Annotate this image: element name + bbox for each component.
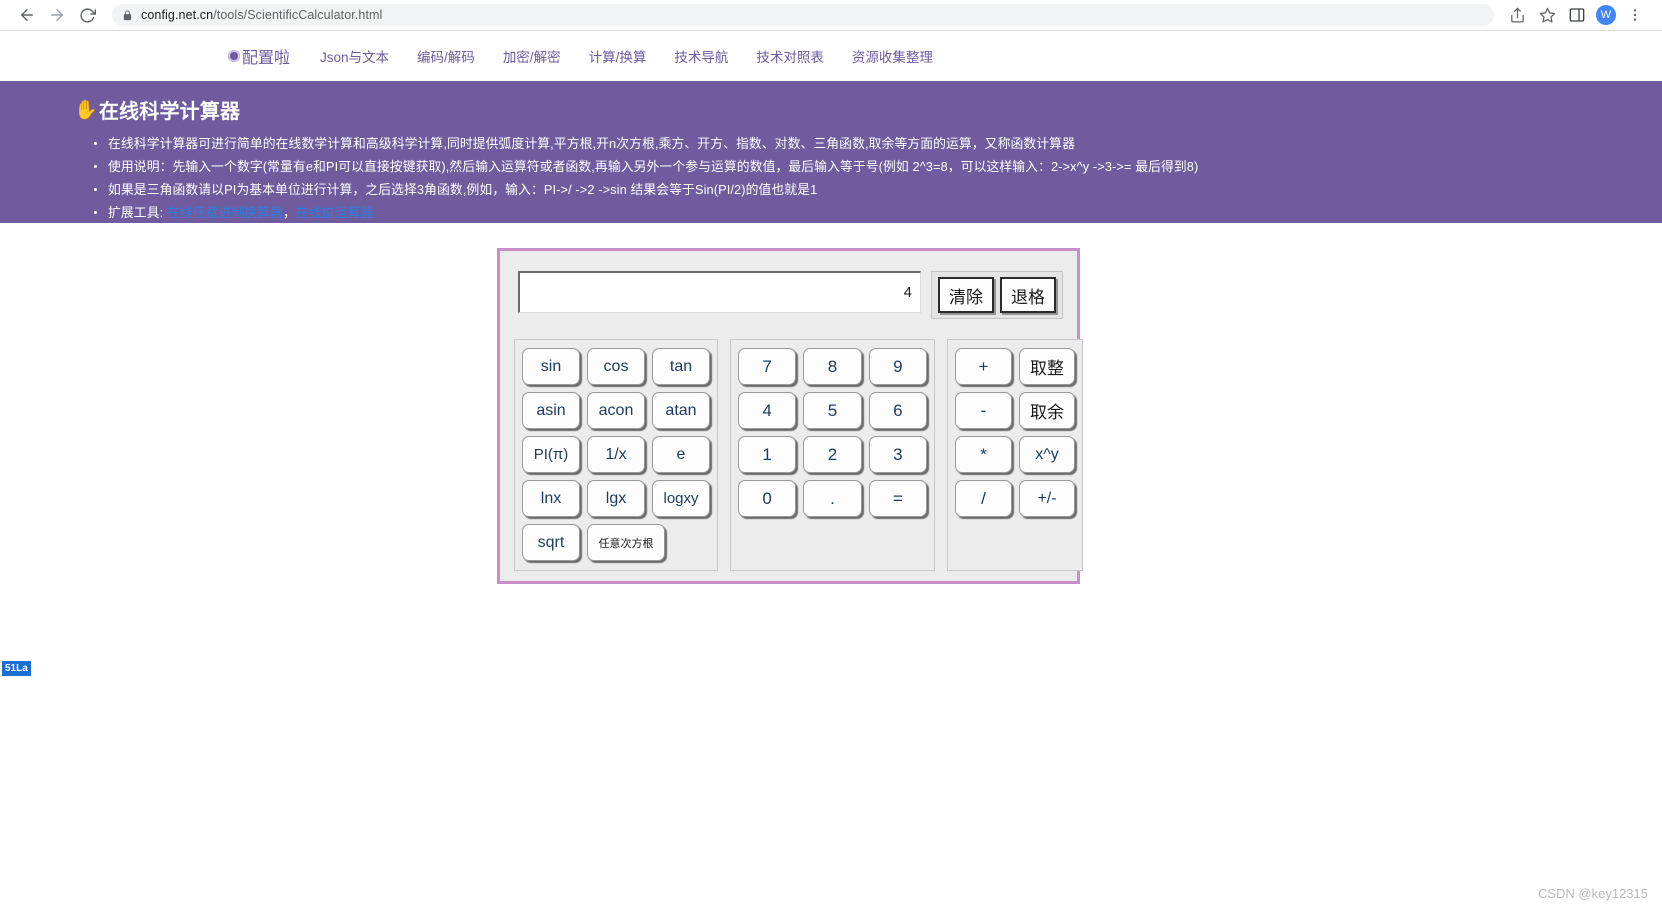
key-4[interactable]: 4 bbox=[738, 392, 797, 429]
function-keypad: sin cos tan asin acon atan PI(π) 1/x e l… bbox=[514, 339, 718, 571]
hero-bullet-instructions: 使用说明：先输入一个数字(常量有e和PI可以直接按键获取),然后输入运算符或者函… bbox=[94, 155, 1662, 178]
key-cos[interactable]: cos bbox=[587, 348, 645, 385]
link-bit-operator[interactable]: 在线位运算器 bbox=[296, 205, 373, 220]
brand-label: 配置啦 bbox=[242, 50, 291, 67]
function-row-2: asin acon atan bbox=[522, 392, 710, 429]
avatar[interactable]: W bbox=[1596, 5, 1616, 25]
function-row-1: sin cos tan bbox=[522, 348, 710, 385]
hero-bullet-trig-note: 如果是三角函数请以PI为基本单位进行计算，之后选择3角函数,例如，输入：PI->… bbox=[94, 178, 1662, 201]
hero-bullet-description: 在线科学计算器可进行简单的在线数学计算和高级科学计算,同时提供弧度计算,平方根,… bbox=[94, 132, 1662, 155]
key-sin[interactable]: sin bbox=[522, 348, 580, 385]
calculator-display[interactable]: 4 bbox=[518, 271, 921, 313]
hero-banner: ✋ 在线科学计算器 在线科学计算器可进行简单的在线数学计算和高级科学计算,同时提供… bbox=[0, 81, 1662, 223]
share-icon[interactable] bbox=[1502, 0, 1532, 30]
key-6[interactable]: 6 bbox=[868, 392, 927, 429]
key-9[interactable]: 9 bbox=[868, 348, 927, 385]
star-icon[interactable] bbox=[1532, 0, 1562, 30]
key-8[interactable]: 8 bbox=[803, 348, 862, 385]
back-arrow-icon[interactable] bbox=[12, 0, 42, 30]
key-3[interactable]: 3 bbox=[868, 436, 927, 473]
kebab-menu-icon[interactable] bbox=[1620, 0, 1650, 30]
display-actions: 清除 退格 bbox=[931, 271, 1063, 319]
keypads: sin cos tan asin acon atan PI(π) 1/x e l… bbox=[514, 339, 1083, 571]
tools-label: 扩展工具: bbox=[108, 205, 164, 220]
number-row-3: 1 2 3 bbox=[738, 436, 927, 473]
key-lgx[interactable]: lgx bbox=[587, 480, 645, 517]
nav-link-resources[interactable]: 资源收集整理 bbox=[852, 46, 933, 66]
address-bar[interactable]: config.net.cn/tools/ScientificCalculator… bbox=[112, 4, 1494, 26]
key-pi[interactable]: PI(π) bbox=[522, 436, 580, 473]
number-row-1: 7 8 9 bbox=[738, 348, 927, 385]
key-power[interactable]: x^y bbox=[1019, 436, 1075, 473]
key-5[interactable]: 5 bbox=[803, 392, 862, 429]
backspace-button[interactable]: 退格 bbox=[1000, 277, 1056, 313]
operator-row-2: - 取余 bbox=[955, 392, 1075, 429]
page-title-text: 在线科学计算器 bbox=[98, 101, 241, 123]
key-lnx[interactable]: lnx bbox=[522, 480, 580, 517]
url-path: /tools/ScientificCalculator.html bbox=[213, 8, 383, 22]
nav-link-calc[interactable]: 计算/换算 bbox=[589, 46, 647, 66]
key-divide[interactable]: / bbox=[955, 480, 1012, 517]
operator-row-4: / +/- bbox=[955, 480, 1075, 517]
key-1[interactable]: 1 bbox=[738, 436, 797, 473]
operator-row-1: + 取整 bbox=[955, 348, 1075, 385]
function-row-5: sqrt 任意次方根 bbox=[522, 524, 710, 561]
key-plus[interactable]: + bbox=[955, 348, 1012, 385]
url-text: config.net.cn/tools/ScientificCalculator… bbox=[141, 8, 382, 22]
watermark: CSDN @key12315 bbox=[1537, 886, 1648, 901]
brand-logo-icon bbox=[228, 50, 240, 62]
nav-link-techtable[interactable]: 技术对照表 bbox=[756, 46, 824, 66]
key-2[interactable]: 2 bbox=[803, 436, 862, 473]
key-tan[interactable]: tan bbox=[652, 348, 710, 385]
function-row-3: PI(π) 1/x e bbox=[522, 436, 710, 473]
key-asin[interactable]: asin bbox=[522, 392, 580, 429]
lock-icon bbox=[122, 9, 133, 22]
number-row-2: 4 5 6 bbox=[738, 392, 927, 429]
function-row-4: lnx lgx logxy bbox=[522, 480, 710, 517]
key-atan[interactable]: atan bbox=[652, 392, 710, 429]
key-equals[interactable]: = bbox=[868, 480, 927, 517]
key-decimal-point[interactable]: . bbox=[803, 480, 862, 517]
key-modulo[interactable]: 取余 bbox=[1019, 392, 1075, 429]
nav-link-json[interactable]: Json与文本 bbox=[320, 46, 389, 66]
browser-toolbar: config.net.cn/tools/ScientificCalculator… bbox=[0, 0, 1662, 31]
key-int-part[interactable]: 取整 bbox=[1019, 348, 1075, 385]
key-7[interactable]: 7 bbox=[738, 348, 797, 385]
operator-row-3: * x^y bbox=[955, 436, 1075, 473]
hand-pointing-icon: ✋ bbox=[74, 99, 98, 121]
link-base-converter[interactable]: 在线任意进制换算器 bbox=[167, 205, 283, 220]
reload-icon[interactable] bbox=[72, 0, 102, 30]
hero-bullet-list: 在线科学计算器可进行简单的在线数学计算和高级科学计算,同时提供弧度计算,平方根,… bbox=[74, 132, 1662, 223]
key-nth-root[interactable]: 任意次方根 bbox=[587, 524, 665, 561]
key-sqrt[interactable]: sqrt bbox=[522, 524, 580, 561]
key-logxy[interactable]: logxy bbox=[652, 480, 710, 517]
operator-keypad: + 取整 - 取余 * x^y / +/- bbox=[947, 339, 1083, 571]
forward-arrow-icon[interactable] bbox=[42, 0, 72, 30]
key-multiply[interactable]: * bbox=[955, 436, 1012, 473]
site-navigation: 配置啦 Json与文本 编码/解码 加密/解密 计算/换算 技术导航 技术对照表… bbox=[0, 31, 1662, 81]
calculator-area: 4 清除 退格 sin cos tan asin acon atan PI(π)… bbox=[0, 223, 1662, 627]
clear-button[interactable]: 清除 bbox=[938, 277, 994, 313]
sidebar-icon[interactable] bbox=[1562, 0, 1592, 30]
key-acon[interactable]: acon bbox=[587, 392, 645, 429]
nav-link-encode[interactable]: 编码/解码 bbox=[417, 46, 475, 66]
tools-separator: ， bbox=[282, 205, 296, 220]
key-sign-toggle[interactable]: +/- bbox=[1019, 480, 1075, 517]
number-keypad: 7 8 9 4 5 6 1 2 3 0 . = bbox=[730, 339, 935, 571]
url-host: config.net.cn bbox=[141, 8, 214, 22]
key-reciprocal[interactable]: 1/x bbox=[587, 436, 645, 473]
hero-bullet-tools: 扩展工具: 在线任意进制换算器，在线位运算器 bbox=[94, 201, 1662, 223]
nav-link-encrypt[interactable]: 加密/解密 bbox=[503, 46, 561, 66]
la-badge[interactable]: 51La bbox=[2, 661, 31, 676]
key-0[interactable]: 0 bbox=[738, 480, 797, 517]
scientific-calculator: 4 清除 退格 sin cos tan asin acon atan PI(π)… bbox=[497, 248, 1083, 584]
key-e[interactable]: e bbox=[652, 436, 710, 473]
key-minus[interactable]: - bbox=[955, 392, 1012, 429]
number-row-4: 0 . = bbox=[738, 480, 927, 517]
display-row: 4 清除 退格 bbox=[514, 265, 1063, 323]
nav-link-techguide[interactable]: 技术导航 bbox=[674, 46, 728, 66]
page-title: ✋ 在线科学计算器 bbox=[74, 95, 1662, 124]
site-brand[interactable]: 配置啦 bbox=[228, 44, 290, 68]
